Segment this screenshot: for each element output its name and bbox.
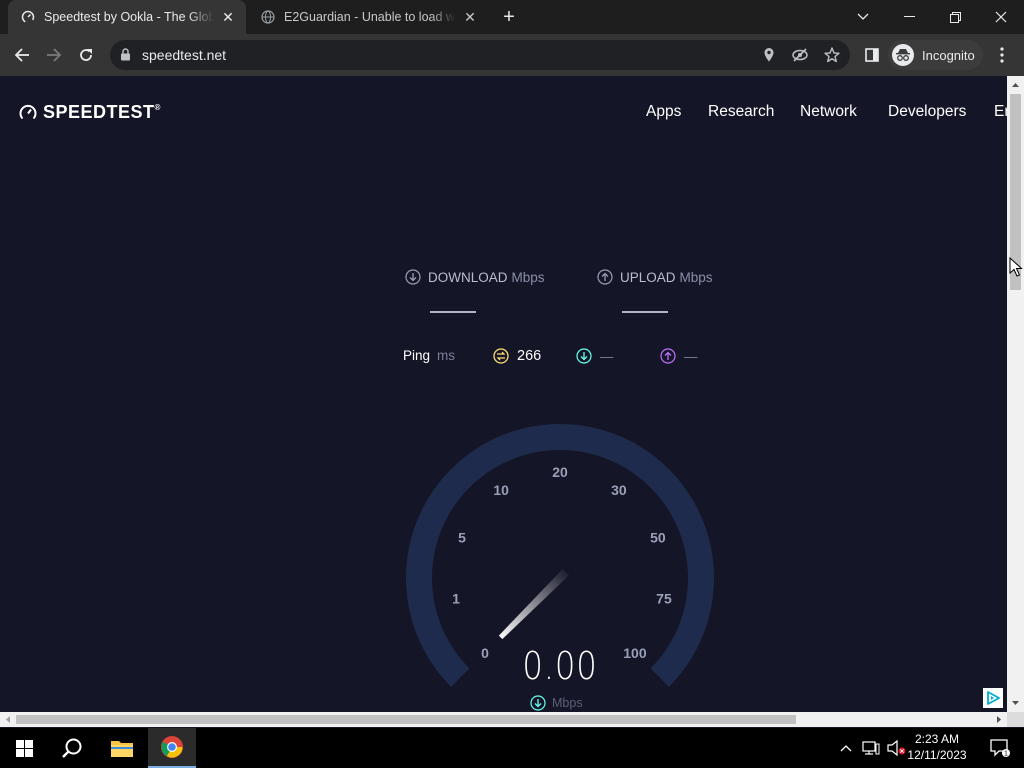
gauge-tick-label: 50 [650, 529, 666, 545]
tab-title: E2Guardian - Unable to load web [284, 10, 456, 24]
chrome-taskbar-button[interactable] [148, 728, 196, 768]
bookmark-star-icon[interactable] [823, 46, 841, 64]
scroll-up-arrow-icon[interactable] [1007, 80, 1024, 90]
show-hidden-icons-button[interactable] [834, 728, 858, 768]
tab-e2guardian[interactable]: E2Guardian - Unable to load web ✕ [248, 0, 488, 34]
speedtest-page: SPEEDTEST ® Apps Research Network Develop… [0, 76, 1007, 712]
tab-title: Speedtest by Ookla - The Global [44, 10, 214, 24]
scroll-right-arrow-icon[interactable] [994, 712, 1004, 727]
scroll-down-arrow-icon[interactable] [1007, 698, 1024, 708]
mouse-cursor-icon [1009, 257, 1023, 277]
tracking-protection-eye-icon[interactable] [791, 46, 809, 64]
gauge-tick-label: 5 [458, 529, 466, 545]
search-icon [62, 738, 82, 758]
windows-logo-icon [15, 739, 33, 757]
back-button[interactable] [6, 39, 38, 71]
tab-search-icon[interactable] [840, 0, 886, 34]
clock-time: 2:23 AM [914, 732, 960, 746]
network-icon[interactable] [858, 728, 884, 768]
gauge-tick-label: 10 [493, 482, 509, 498]
location-icon[interactable] [760, 46, 778, 64]
close-window-button[interactable] [978, 0, 1024, 34]
search-button[interactable] [48, 728, 96, 768]
file-explorer-button[interactable] [98, 728, 146, 768]
vertical-scrollbar[interactable] [1007, 76, 1024, 712]
gauge-tick-label: 30 [611, 482, 627, 498]
windows-start-button[interactable] [0, 728, 48, 768]
close-tab-icon[interactable]: ✕ [220, 9, 236, 25]
chrome-icon [161, 736, 183, 758]
horizontal-scroll-thumb[interactable] [16, 715, 796, 724]
windows-taskbar: 2:23 AM 12/11/2023 1 [0, 728, 1024, 768]
restore-button[interactable] [932, 0, 978, 34]
incognito-icon [892, 44, 914, 66]
lock-icon[interactable] [120, 48, 131, 66]
speed-unit-label: Mbps [552, 696, 583, 710]
forward-button[interactable] [38, 39, 70, 71]
adchoices-icon[interactable] [983, 688, 1003, 708]
speedtest-favicon-icon [20, 9, 36, 25]
address-bar[interactable]: speedtest.net [110, 40, 850, 70]
horizontal-scrollbar[interactable] [0, 712, 1007, 727]
gauge-tick-label: 0 [481, 645, 489, 661]
gauge-tick-label: 1 [452, 591, 460, 607]
action-center-button[interactable]: 1 [976, 728, 1024, 768]
folder-icon [111, 741, 133, 757]
globe-icon [260, 9, 276, 25]
profile-label: Incognito [922, 47, 975, 63]
speed-unit: Mbps [530, 695, 583, 711]
browser-toolbar: speedtest.net Incognito [0, 34, 1024, 76]
notification-icon: 1 [990, 739, 1010, 757]
speed-gauge: 0151020305075100 [406, 424, 714, 687]
clock-date: 12/11/2023 [907, 748, 967, 762]
current-speed-value: 0.00 [522, 644, 598, 688]
side-panel-icon[interactable] [856, 39, 888, 71]
new-tab-button[interactable]: + [497, 6, 521, 28]
close-tab-icon[interactable]: ✕ [462, 9, 478, 25]
tab-speedtest[interactable]: Speedtest by Ookla - The Global ✕ [8, 0, 246, 34]
chrome-menu-icon[interactable] [986, 39, 1018, 71]
gauge-needle [498, 568, 570, 640]
svg-text:1: 1 [1004, 751, 1008, 758]
gauge-tick-label: 20 [552, 464, 568, 480]
incognito-profile-button[interactable]: Incognito [888, 40, 983, 70]
reload-button[interactable] [70, 39, 102, 71]
system-clock[interactable]: 2:23 AM 12/11/2023 [904, 731, 970, 763]
scroll-left-arrow-icon[interactable] [3, 712, 13, 727]
minimize-button[interactable] [886, 0, 932, 34]
browser-tab-strip: Speedtest by Ookla - The Global ✕ E2Guar… [0, 0, 1024, 34]
scrollbar-corner [1007, 712, 1024, 727]
gauge-tick-label: 75 [656, 591, 672, 607]
download-indicator-icon [530, 695, 546, 711]
url-text: speedtest.net [142, 47, 227, 63]
